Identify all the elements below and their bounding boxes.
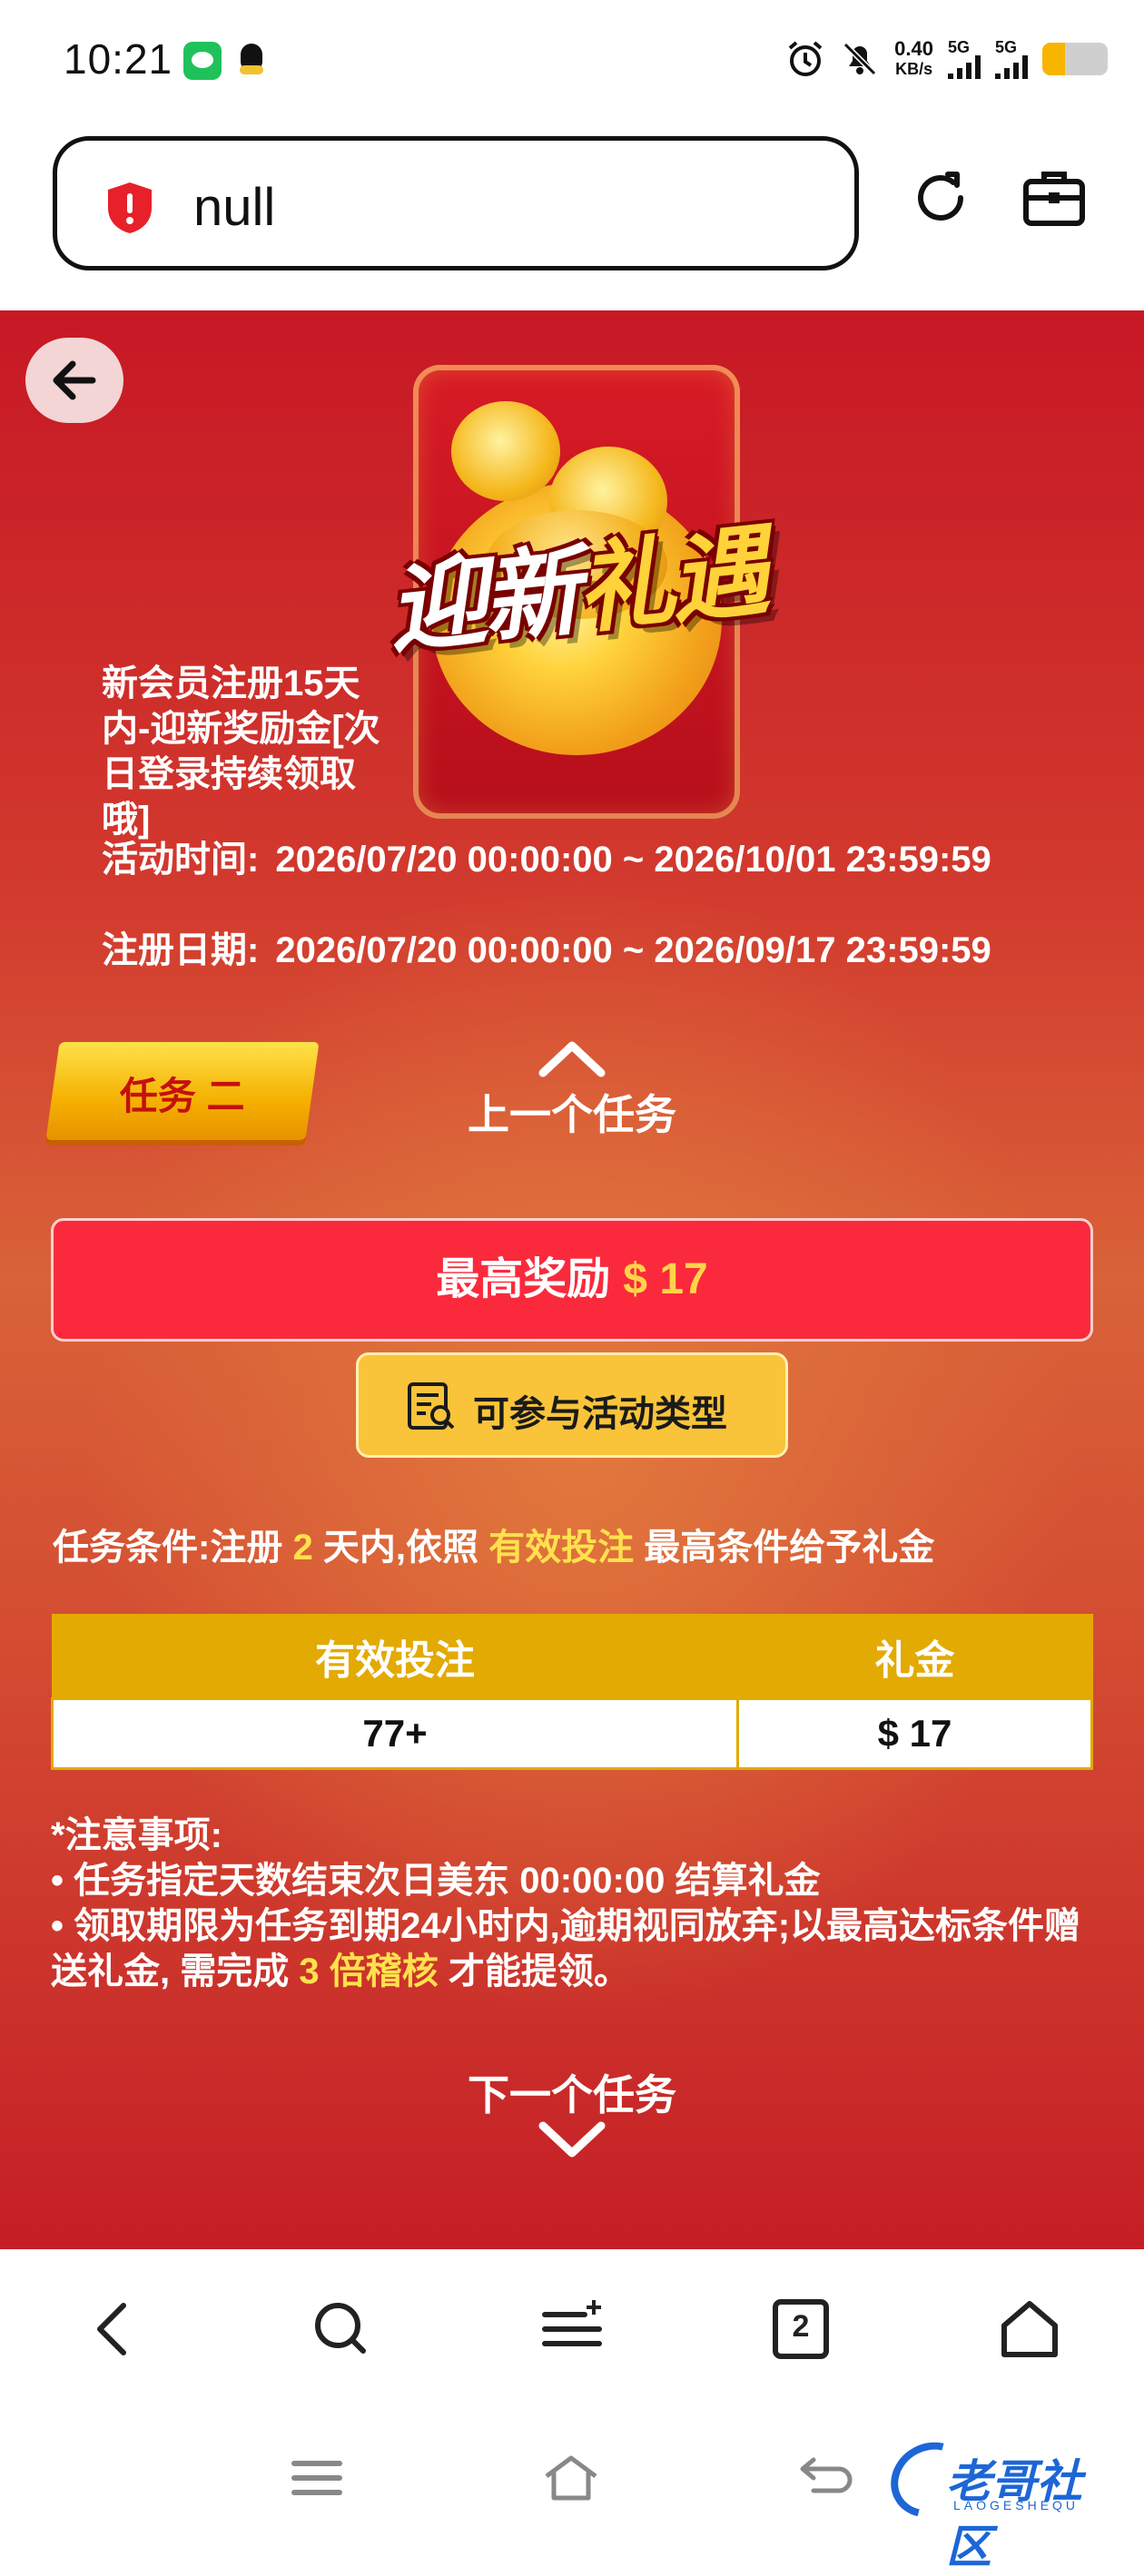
net-speed-unit: KB/s bbox=[895, 60, 933, 78]
tab-count: 2 bbox=[792, 2309, 810, 2344]
register-date-label: 注册日期: bbox=[102, 930, 260, 970]
table-cell-bet: 77+ bbox=[51, 1697, 739, 1770]
battery-icon bbox=[1042, 43, 1108, 75]
system-back-icon[interactable] bbox=[794, 2451, 857, 2505]
reward-label: 最高奖励 bbox=[436, 1255, 611, 1303]
reward-amount: $ 17 bbox=[623, 1255, 708, 1303]
activity-time-value: 2026/07/20 00:00:00 ~ 2026/10/01 23:59:5… bbox=[275, 840, 991, 880]
browser-toolbar: 2 bbox=[0, 2249, 1144, 2413]
prev-task-button[interactable]: 上一个任务 bbox=[0, 1082, 1144, 1142]
recents-icon[interactable] bbox=[285, 2451, 349, 2505]
condition-prefix: 任务条件:注册 bbox=[53, 1528, 283, 1568]
system-icons: 0.40 KB/s 5G 5G bbox=[785, 31, 1108, 87]
sim1-signal: 5G bbox=[948, 39, 981, 79]
condition-suffix: 最高条件给予礼金 bbox=[644, 1528, 935, 1568]
system-navigation: 老哥社区 LAOGESHEQU bbox=[0, 2413, 1144, 2572]
wechat-icon bbox=[183, 42, 222, 80]
system-home-icon[interactable] bbox=[539, 2451, 603, 2505]
battery-fill bbox=[1042, 43, 1066, 75]
list-search-icon bbox=[408, 1382, 455, 1430]
sim1-label: 5G bbox=[948, 38, 971, 56]
address-bar[interactable]: null bbox=[53, 136, 859, 270]
status-bar: 10:21 0.40 KB/s 5G 5G bbox=[0, 0, 1144, 120]
activity-time: 活动时间: 2026/07/20 00:00:00 ~ 2026/10/01 23… bbox=[102, 837, 991, 882]
signal-icon bbox=[995, 55, 1028, 79]
table-header-bet: 有效投注 bbox=[51, 1614, 739, 1700]
activity-types-button[interactable]: 可参与活动类型 bbox=[356, 1352, 788, 1458]
tabs-icon[interactable]: 2 bbox=[764, 2293, 837, 2365]
hero-banner: 迎新礼遇 bbox=[331, 347, 822, 855]
hero-title-part1: 迎新 bbox=[382, 535, 583, 668]
back-button[interactable] bbox=[25, 338, 123, 423]
condition-days: 2 bbox=[292, 1528, 313, 1568]
alarm-icon bbox=[785, 39, 825, 79]
back-icon[interactable] bbox=[78, 2293, 151, 2365]
note2-highlight: 3 倍稽核 bbox=[299, 1952, 439, 1991]
table-header-bonus: 礼金 bbox=[736, 1614, 1093, 1700]
sim2-label: 5G bbox=[995, 38, 1018, 56]
register-date-value: 2026/07/20 00:00:00 ~ 2026/09/17 23:59:5… bbox=[275, 930, 991, 970]
address-bar-row: null bbox=[0, 120, 1144, 310]
note-item: • 领取期限为任务到期24小时内,逾期视同放弃;以最高达标条件赠送礼金, 需完成… bbox=[51, 1903, 1104, 1994]
register-date: 注册日期: 2026/07/20 00:00:00 ~ 2026/09/17 23… bbox=[102, 928, 991, 973]
table-cell-bonus: $ 17 bbox=[736, 1697, 1093, 1770]
watermark-logo: 老哥社区 LAOGESHEQU bbox=[877, 2427, 1126, 2572]
promo-page: 迎新礼遇 新会员注册15天内-迎新奖励金[次日登录持续领取哦] 活动时间: 202… bbox=[0, 310, 1144, 2249]
condition-mid: 天内,依照 bbox=[322, 1528, 478, 1568]
signal-icon bbox=[948, 55, 981, 79]
network-speed: 0.40 KB/s bbox=[894, 39, 933, 79]
status-time: 10:21 bbox=[64, 35, 173, 83]
mute-icon bbox=[840, 39, 880, 79]
condition-highlight: 有效投注 bbox=[488, 1528, 635, 1568]
max-reward-bar: 最高奖励 $ 17 bbox=[51, 1218, 1093, 1342]
menu-icon[interactable] bbox=[536, 2293, 608, 2365]
chevron-down-icon[interactable] bbox=[536, 2117, 608, 2162]
table-header-row: 有效投注 礼金 bbox=[51, 1614, 1093, 1700]
net-speed-value: 0.40 bbox=[894, 37, 933, 60]
hero-title-part2: 礼遇 bbox=[570, 515, 771, 648]
url-text[interactable]: null bbox=[193, 177, 275, 238]
activity-types-label: 可参与活动类型 bbox=[473, 1394, 727, 1434]
table-row: 77+ $ 17 bbox=[51, 1697, 1093, 1770]
reload-icon[interactable] bbox=[908, 165, 973, 231]
note2-tail: 才能提领。 bbox=[448, 1952, 630, 1991]
watermark-subtext: LAOGESHEQU bbox=[953, 2498, 1080, 2512]
activity-time-label: 活动时间: bbox=[102, 840, 260, 880]
promo-description: 新会员注册15天内-迎新奖励金[次日登录持续领取哦] bbox=[102, 664, 380, 840]
note-item: • 任务指定天数结束次日美东 00:00:00 结算礼金 bbox=[51, 1861, 821, 1901]
notes-title: *注意事项: bbox=[51, 1815, 222, 1855]
next-task-button[interactable]: 下一个任务 bbox=[0, 2062, 1144, 2122]
hero-title: 迎新礼遇 bbox=[336, 513, 817, 671]
task-condition: 任务条件:注册 2 天内,依照 有效投注 最高条件给予礼金 bbox=[53, 1518, 934, 1570]
shield-alert-icon bbox=[108, 182, 152, 233]
home-icon[interactable] bbox=[993, 2293, 1066, 2365]
search-icon[interactable] bbox=[305, 2293, 378, 2365]
chevron-up-icon[interactable] bbox=[536, 1037, 608, 1082]
sim2-signal: 5G bbox=[995, 39, 1028, 79]
qq-icon bbox=[232, 42, 271, 80]
arrow-left-icon bbox=[53, 360, 96, 400]
toolbox-icon[interactable] bbox=[1021, 165, 1088, 231]
reward-table: 有效投注 礼金 77+ $ 17 bbox=[51, 1614, 1093, 1770]
notes: *注意事项: • 任务指定天数结束次日美东 00:00:00 结算礼金 • 领取… bbox=[51, 1813, 1104, 1994]
